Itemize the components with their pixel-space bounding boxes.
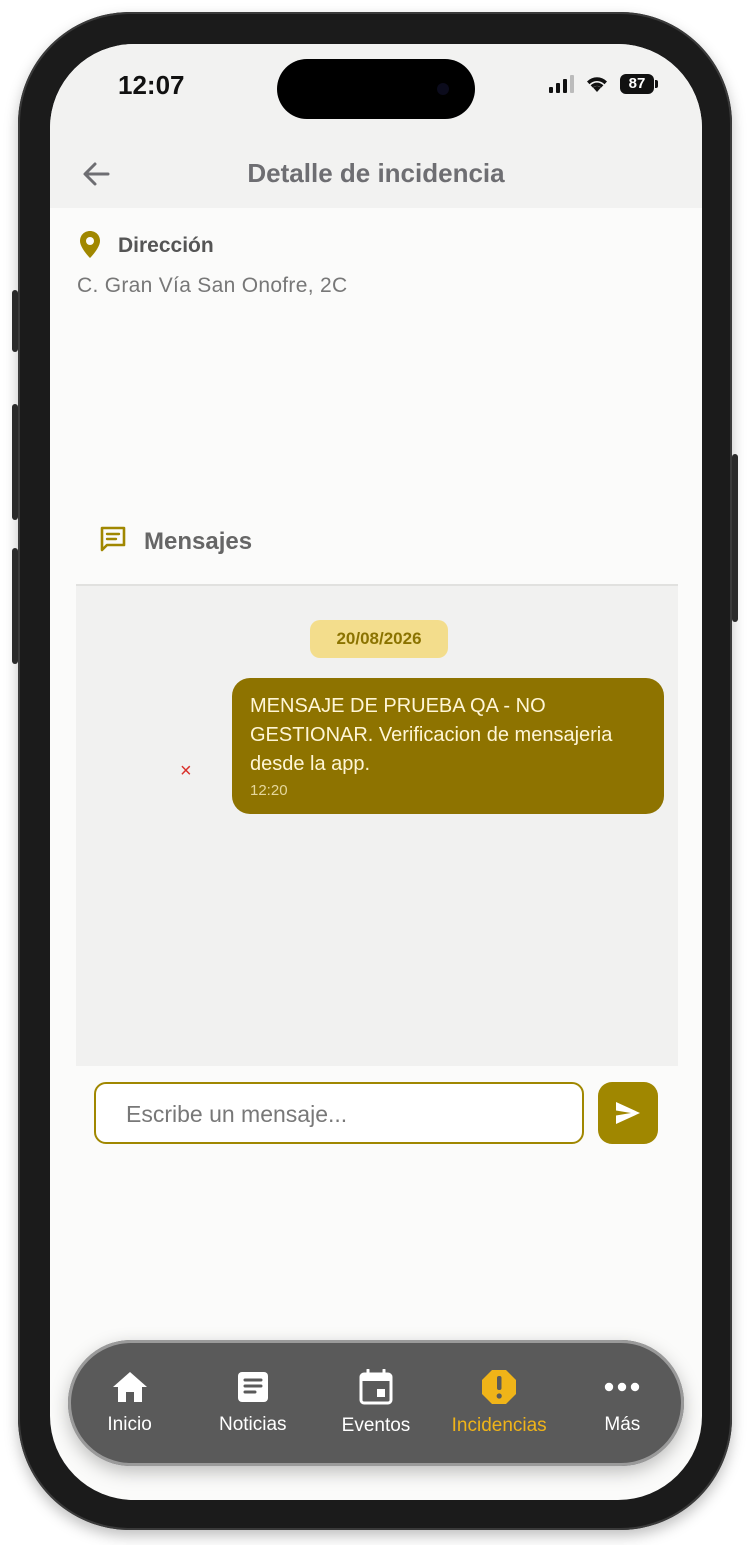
message-composer bbox=[94, 1082, 584, 1144]
tab-inicio[interactable]: Inicio bbox=[75, 1370, 185, 1436]
app-bar: Detalle de incidencia bbox=[50, 144, 702, 208]
chat-icon bbox=[100, 526, 126, 552]
send-button[interactable] bbox=[598, 1082, 658, 1144]
wifi-icon bbox=[587, 77, 607, 92]
status-icons: 87 bbox=[549, 74, 658, 94]
tab-eventos[interactable]: Eventos bbox=[321, 1369, 431, 1437]
bottom-tab-bar: Inicio Noticias Eventos Incidencias Más bbox=[68, 1340, 684, 1466]
silent-switch bbox=[12, 290, 18, 352]
tab-label: Incidencias bbox=[451, 1415, 547, 1436]
home-icon bbox=[112, 1372, 147, 1402]
tab-label: Más bbox=[604, 1414, 641, 1435]
tab-label: Inicio bbox=[107, 1414, 152, 1435]
page-title: Detalle de incidencia bbox=[247, 158, 505, 188]
address-label: Dirección bbox=[118, 234, 214, 257]
message-time: 12:20 bbox=[250, 782, 288, 799]
volume-up-button bbox=[12, 404, 18, 520]
send-failed-icon[interactable]: × bbox=[180, 760, 192, 783]
send-icon bbox=[616, 1102, 640, 1124]
calendar-icon bbox=[359, 1369, 393, 1405]
battery-icon: 87 bbox=[620, 74, 658, 94]
tab-noticias[interactable]: Noticias bbox=[198, 1370, 308, 1436]
tab-label: Noticias bbox=[218, 1414, 287, 1435]
location-pin-icon bbox=[80, 231, 100, 258]
messages-title: Mensajes bbox=[144, 528, 253, 555]
tab-incidencias[interactable]: Incidencias bbox=[444, 1369, 554, 1437]
status-bar: 12:07 87 bbox=[50, 44, 702, 144]
screen: 12:07 87 Detalle de incidencia Dirección… bbox=[50, 44, 702, 1500]
news-icon bbox=[237, 1372, 268, 1402]
more-icon bbox=[605, 1382, 640, 1392]
tab-label: Eventos bbox=[341, 1415, 411, 1436]
tab-mas[interactable]: Más bbox=[567, 1370, 677, 1436]
dynamic-island bbox=[277, 59, 475, 119]
message-bubble[interactable]: MENSAJE DE PRUEBA QA - NO GESTIONAR. Ver… bbox=[232, 678, 664, 814]
message-input[interactable] bbox=[124, 1084, 568, 1144]
chat-area[interactable]: 20/08/2026 × MENSAJE DE PRUEBA QA - NO G… bbox=[76, 584, 678, 1066]
message-text: MENSAJE DE PRUEBA QA - NO GESTIONAR. Ver… bbox=[250, 695, 613, 775]
cellular-signal-icon bbox=[549, 75, 574, 93]
messages-header: Mensajes bbox=[100, 526, 253, 556]
status-time: 12:07 bbox=[118, 70, 185, 100]
alert-icon bbox=[482, 1370, 517, 1404]
volume-down-button bbox=[12, 548, 18, 664]
power-button bbox=[732, 454, 738, 622]
date-chip: 20/08/2026 bbox=[310, 620, 448, 658]
address-value: C. Gran Vía San Onofre, 2C bbox=[77, 274, 348, 297]
